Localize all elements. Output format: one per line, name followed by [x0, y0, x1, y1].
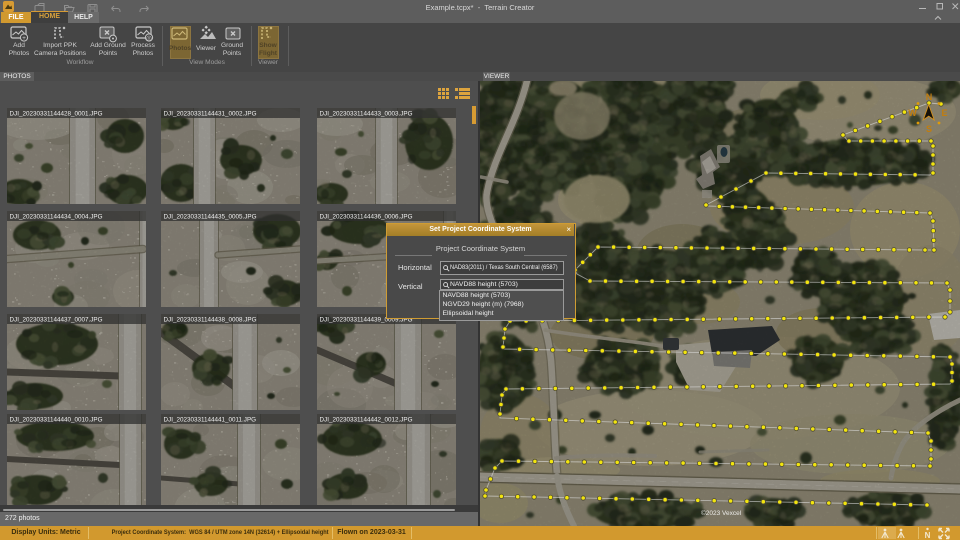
svg-text:+: +: [22, 35, 26, 42]
svg-text:DJI_20230331144442_0012.JPG: DJI_20230331144442_0012.JPG: [320, 417, 413, 424]
svg-text:DJI_20230331144431_0002.JPG: DJI_20230331144431_0002.JPG: [164, 111, 257, 118]
svg-text:DJI_20230331144434_0004.JPG: DJI_20230331144434_0004.JPG: [10, 214, 103, 221]
svg-text:E: E: [941, 108, 947, 118]
svg-text:DJI_20230331144438_0008.JPG: DJI_20230331144438_0008.JPG: [164, 317, 257, 324]
svg-text:DJI_20230331144428_0001.JPG: DJI_20230331144428_0001.JPG: [10, 111, 103, 118]
svg-text:DJI_20230331144433_0003.JPG: DJI_20230331144433_0003.JPG: [320, 111, 413, 118]
svg-text:◎: ◎: [146, 35, 152, 42]
svg-text:W: W: [908, 108, 917, 118]
svg-text:S: S: [926, 124, 932, 134]
svg-text:DJI_20230331144441_0011.JPG: DJI_20230331144441_0011.JPG: [164, 417, 257, 424]
svg-text:©2023 Vexcel: ©2023 Vexcel: [701, 509, 742, 517]
svg-text:DJI_20230331144440_0010.JPG: DJI_20230331144440_0010.JPG: [10, 417, 103, 424]
svg-text:DJI_20230331144437_0007.JPG: DJI_20230331144437_0007.JPG: [10, 317, 103, 324]
svg-text:N: N: [925, 531, 931, 540]
svg-text:DJI_20230331144435_0005.JPG: DJI_20230331144435_0005.JPG: [164, 214, 257, 221]
svg-text:DJI_20230331144436_0006.JPG: DJI_20230331144436_0006.JPG: [320, 214, 413, 221]
svg-text:N: N: [926, 92, 933, 102]
